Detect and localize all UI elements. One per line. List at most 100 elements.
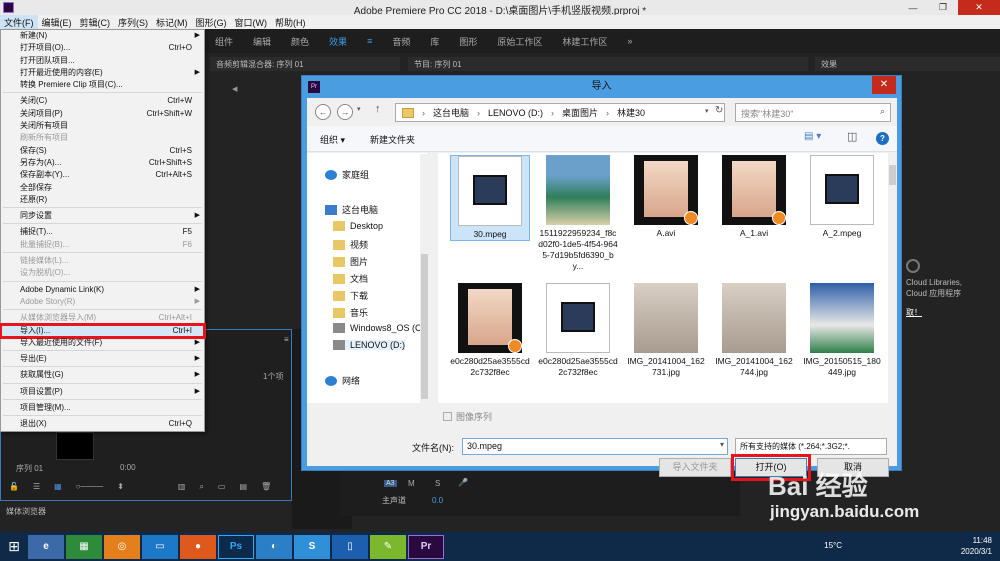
import-folder-button[interactable]: 导入文件夹	[659, 458, 731, 477]
sort-icon[interactable]: ⬍	[117, 482, 124, 494]
address-bar[interactable]: › 这台电脑 › LENOVO (D:) › 桌面图片 › 林建30	[395, 103, 725, 122]
preview-pane-icon[interactable]: ◫	[847, 130, 857, 143]
microphone-icon[interactable]: 🎤	[458, 478, 468, 487]
workspace-tab-6[interactable]: 库	[420, 35, 449, 48]
menu-5[interactable]: 图形(G)	[192, 15, 231, 29]
cc-get-link[interactable]: 取！	[906, 307, 962, 318]
panel-menu-icon[interactable]: ≡	[284, 335, 289, 344]
close-icon[interactable]: ✕	[958, 0, 1000, 15]
browser-icon[interactable]: ◎	[104, 534, 140, 559]
weather-text[interactable]: 15°C	[824, 540, 842, 551]
file-menu-item-6[interactable]: 关闭(C) Ctrl+W	[1, 95, 204, 107]
track-solo-button[interactable]: S	[435, 479, 440, 488]
start-button[interactable]: ⊞	[0, 532, 28, 561]
audio-mixer-panel-header[interactable]: 音频剪辑混合器: 序列 01	[210, 57, 400, 71]
tree-item[interactable]: 图片	[333, 255, 368, 268]
menu-3[interactable]: 序列(S)	[114, 15, 152, 29]
phone-app-icon[interactable]: ▯	[332, 534, 368, 559]
clock-date[interactable]: 2020/3/1	[961, 546, 992, 557]
file-item[interactable]: 30.mpeg	[450, 155, 530, 241]
maximize-icon[interactable]: ❐	[928, 0, 958, 15]
workspace-tab-4[interactable]: ≡	[357, 36, 382, 46]
list-view-icon[interactable]: ☰	[33, 482, 40, 494]
tree-item[interactable]: Desktop	[333, 221, 383, 231]
store-icon[interactable]: ▦	[66, 534, 102, 559]
file-menu-item-31[interactable]: 导出(E) ▶	[1, 353, 204, 365]
file-item[interactable]: IMG_20150515_180449.jpg	[802, 283, 882, 378]
file-item[interactable]: A_2.mpeg	[802, 155, 882, 239]
file-menu-item-18[interactable]: 捕捉(T)... F5	[1, 226, 204, 238]
file-menu-item-16[interactable]: 同步设置 ▶	[1, 210, 204, 222]
new-folder-button[interactable]: 新建文件夹	[370, 133, 415, 146]
file-menu-item-21[interactable]: 链接媒体(L)...	[1, 255, 204, 267]
menu-6[interactable]: 窗口(W)	[231, 15, 272, 29]
new-item-icon[interactable]: ▤	[240, 482, 248, 494]
workspace-tab-7[interactable]: 图形	[449, 35, 487, 48]
file-menu-item-37[interactable]: 项目管理(M)...	[1, 402, 204, 414]
master-volume-value[interactable]: 0.0	[432, 496, 443, 505]
filename-dropdown-icon[interactable]: ▾	[720, 440, 724, 449]
file-menu-item-39[interactable]: 退出(X) Ctrl+Q	[1, 418, 204, 430]
sequence-thumbnail[interactable]	[56, 432, 94, 460]
image-sequence-checkbox[interactable]	[443, 412, 452, 421]
minimize-icon[interactable]: —	[898, 0, 928, 15]
media-player-icon[interactable]: ●	[180, 534, 216, 559]
tree-item[interactable]: 视频	[333, 238, 368, 251]
file-item[interactable]: IMG_20141004_162744.jpg	[714, 283, 794, 378]
workspace-tab-10[interactable]: »	[617, 36, 642, 46]
tree-item[interactable]: 下载	[333, 289, 368, 302]
file-menu-item-29[interactable]: 导入最近使用的文件(F) ▶	[1, 337, 204, 349]
new-bin-icon[interactable]: ▭	[218, 482, 226, 494]
file-menu-item-2[interactable]: 打开团队项目...	[1, 55, 204, 67]
view-options-icon[interactable]: ▤ ▾	[804, 131, 821, 142]
photoshop-icon[interactable]: Ps	[218, 534, 254, 559]
up-folder-icon[interactable]: ↑	[375, 103, 381, 115]
back-icon[interactable]: ←	[315, 104, 331, 120]
file-item[interactable]: IMG_20141004_162731.jpg	[626, 283, 706, 378]
menu-1[interactable]: 编辑(E)	[38, 15, 76, 29]
media-browser-tab[interactable]: 媒体浏览器	[0, 504, 292, 518]
file-item[interactable]: e0c280d25ae3555cd2c732f8ec	[450, 283, 530, 378]
file-menu-item-9[interactable]: 刷新所有项目	[1, 132, 204, 144]
file-menu-item-12[interactable]: 保存副本(Y)... Ctrl+Alt+S	[1, 169, 204, 181]
tree-item[interactable]: 这台电脑	[325, 203, 378, 216]
file-menu-item-35[interactable]: 项目设置(P) ▶	[1, 386, 204, 398]
tree-scrollbar[interactable]	[420, 154, 429, 404]
breadcrumb-item[interactable]: LENOVO (D:)	[488, 108, 543, 118]
lock-icon[interactable]: 🔓	[9, 482, 19, 494]
tree-item[interactable]: 网络	[325, 374, 360, 387]
track-a3-label[interactable]: A3	[384, 480, 397, 487]
premiere-taskbar-icon[interactable]: Pr	[408, 534, 444, 559]
file-menu-item-25[interactable]: Adobe Story(R) ▶	[1, 296, 204, 308]
zoom-slider[interactable]: ○────	[76, 482, 104, 494]
workspace-tab-8[interactable]: 原始工作区	[487, 35, 552, 48]
image-sequence-option[interactable]: 图像序列	[443, 410, 492, 423]
file-menu-item-8[interactable]: 关闭所有项目	[1, 120, 204, 132]
file-type-filter[interactable]: 所有支持的媒体 (*.264;*.3G2;*.	[735, 438, 887, 455]
organize-button[interactable]: 组织 ▾	[320, 133, 345, 146]
file-item[interactable]: A.avi	[626, 155, 706, 239]
menu-4[interactable]: 标记(M)	[152, 15, 192, 29]
desktop-app-icon[interactable]: ▭	[142, 534, 178, 559]
tree-item[interactable]: Windows8_OS (C	[333, 323, 422, 333]
breadcrumb-item[interactable]: 这台电脑	[433, 106, 469, 119]
icon-view-icon[interactable]: ▦	[54, 482, 62, 494]
workspace-tab-9[interactable]: 林建工作区	[552, 35, 617, 48]
clock-time[interactable]: 11:48	[961, 535, 992, 546]
panel-arrow-icon[interactable]: ◀	[232, 85, 237, 93]
workspace-tab-1[interactable]: 编辑	[243, 35, 281, 48]
file-menu-item-0[interactable]: 新建(N) ▶	[1, 30, 204, 42]
tree-item[interactable]: 文档	[333, 272, 368, 285]
find-icon[interactable]: ⌕	[199, 482, 203, 494]
file-menu-item-27[interactable]: 从媒体浏览器导入(M) Ctrl+Alt+I	[1, 312, 204, 324]
tree-item[interactable]: LENOVO (D:)	[333, 340, 406, 350]
track-mute-button[interactable]: M	[408, 479, 415, 488]
tree-item[interactable]: 家庭组	[325, 168, 369, 181]
file-menu-item-13[interactable]: 全部保存	[1, 182, 204, 194]
workspace-tab-0[interactable]: 组件	[205, 35, 243, 48]
trash-icon[interactable]: 🗑	[261, 482, 271, 494]
breadcrumb-item[interactable]: 桌面图片	[562, 106, 598, 119]
workspace-tab-2[interactable]: 颜色	[281, 35, 319, 48]
file-menu-item-4[interactable]: 转换 Premiere Clip 项目(C)...	[1, 79, 204, 91]
file-item[interactable]: A_1.avi	[714, 155, 794, 239]
